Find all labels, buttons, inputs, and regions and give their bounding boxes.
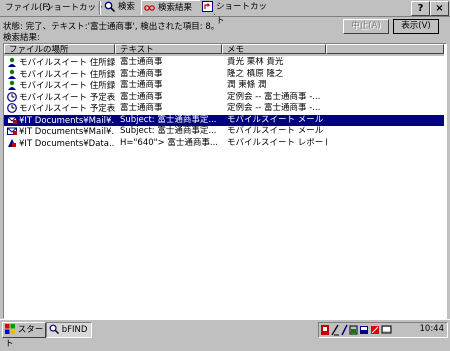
view-button[interactable]: 表示(V) — [393, 19, 439, 34]
help-button[interactable]: ? — [411, 1, 430, 16]
cell-text: 富士通商事 — [120, 57, 163, 67]
column-header-location[interactable]: ファイルの場所 — [4, 44, 115, 55]
cell-memo: モバイルスイート メール — [227, 114, 324, 125]
tray-user-icon[interactable] — [321, 325, 329, 335]
menu-file[interactable]: ファイル(F) — [5, 2, 51, 14]
mail-icon — [7, 127, 17, 135]
tray-keyboard-icon[interactable] — [341, 324, 348, 336]
list-row[interactable]: ¥IT Documents¥Mail¥... Subject: 富士通商事定...… — [4, 114, 444, 126]
tab-results-label: 検索結果 — [158, 3, 193, 13]
column-header-memo[interactable]: メモ — [222, 44, 326, 55]
cell-memo: 潤 東條 潤 — [227, 80, 267, 90]
cell-location: モバイルスイート 予定表 — [7, 103, 115, 114]
stop-button[interactable]: 中止(A) — [343, 19, 389, 34]
cell-location: モバイルスイート 予定表 — [7, 91, 115, 103]
cell-text: Subject: 富士通商事定... — [120, 114, 217, 125]
tray-mail-icon[interactable] — [360, 326, 368, 334]
cell-memo: モバイルスイート レポート — [227, 137, 327, 148]
cell-memo: 貴光 栗林 貴光 — [227, 57, 284, 67]
cell-location-text: ¥IT Documents¥Mail¥... — [19, 127, 115, 137]
column-header-text[interactable]: テキスト — [115, 44, 222, 55]
cell-text: Subject: 富士通商事定... — [120, 126, 217, 136]
schedule-icon — [7, 103, 17, 113]
bfind-app-icon — [49, 324, 60, 335]
glasses-icon — [144, 5, 155, 11]
cell-text: 富士通商事 — [120, 103, 163, 113]
list-row[interactable]: モバイルスイート 住所録 富士通商事 潤 東條 潤 — [4, 80, 444, 91]
cell-text: 富士通商事 — [120, 91, 163, 102]
cell-text: 富士通商事 — [120, 68, 163, 79]
cell-location: モバイルスイート 住所録 — [7, 57, 115, 68]
cell-location-text: ¥IT Documents¥Mail¥... — [19, 115, 115, 126]
cell-text: H="640"> 富士通商事... — [120, 137, 218, 148]
cell-memo: モバイルスイート メール — [227, 126, 324, 136]
cell-memo: 定例会 -- 富士通商事 -... — [227, 91, 321, 102]
results-list[interactable]: ファイルの場所 テキスト メモ モバイルスイート 住所録 富士通商事 貴光 栗林 貴… — [3, 43, 447, 319]
cell-location-text: モバイルスイート 住所録 — [19, 58, 115, 68]
taskbar-app-label: bFIND — [61, 325, 88, 335]
start-button[interactable]: スタート — [2, 322, 46, 349]
clock: 10:44 — [419, 324, 445, 334]
taskbar: スタート bFIND 10:44 — [0, 319, 450, 349]
menu-tab-bar: ファイル(F) ショートカット(S) 検索 検索結果 ショートカット ? × — [0, 0, 450, 26]
windows-logo-icon — [5, 324, 15, 334]
list-row[interactable]: モバイルスイート 住所録 富士通商事 隆之 槙原 隆之 — [4, 69, 444, 80]
cell-text: 富士通商事 — [120, 80, 163, 90]
tray-pen-icon[interactable] — [331, 324, 339, 336]
tab-shortcut-label: ショートカット — [216, 2, 268, 26]
cell-location: ¥IT Documents¥Mail¥... — [7, 115, 115, 126]
tray-icons — [321, 324, 392, 336]
list-row[interactable]: モバイルスイート 予定表 富士通商事 定例会 -- 富士通商事 -... — [4, 92, 444, 103]
report-icon — [8, 138, 16, 147]
cell-memo: 隆之 槙原 隆之 — [227, 68, 284, 79]
shortcut-icon — [202, 1, 213, 12]
cell-memo: 定例会 -- 富士通商事 -... — [227, 103, 321, 113]
close-button[interactable]: × — [430, 1, 449, 16]
cell-location: ¥IT Documents¥Data... — [7, 138, 115, 149]
mail-icon — [7, 116, 17, 124]
magnifier-icon — [104, 1, 115, 12]
schedule-icon — [7, 91, 17, 102]
cell-location-text: モバイルスイート 住所録 — [19, 81, 115, 91]
cell-location-text: モバイルスイート 予定表 — [19, 104, 115, 114]
tray-desktop-icon[interactable] — [381, 325, 392, 334]
list-row[interactable]: ¥IT Documents¥Mail¥... Subject: 富士通商事定...… — [4, 126, 444, 137]
list-row[interactable]: モバイルスイート 住所録 富士通商事 貴光 栗林 貴光 — [4, 57, 444, 68]
menu-separator — [99, 1, 101, 15]
tray-network-icon[interactable] — [371, 326, 379, 334]
tab-shortcut[interactable]: ショートカット — [200, 0, 271, 26]
contact-icon — [8, 69, 16, 79]
column-header-empty — [326, 44, 444, 54]
tab-search-label: 検索 — [118, 2, 136, 12]
contact-icon — [8, 80, 16, 90]
list-row[interactable]: ¥IT Documents¥Data... H="640"> 富士通商事... モバ… — [4, 138, 444, 149]
list-row[interactable]: モバイルスイート 予定表 富士通商事 定例会 -- 富士通商事 -... — [4, 103, 444, 114]
taskbar-app-bfind[interactable]: bFIND — [46, 322, 92, 338]
cell-location-text: ¥IT Documents¥Data... — [19, 138, 115, 149]
cell-location-text: モバイルスイート 予定表 — [19, 92, 115, 103]
cell-location: ¥IT Documents¥Mail¥... — [7, 126, 115, 137]
cell-location-text: モバイルスイート 住所録 — [19, 69, 115, 80]
system-tray: 10:44 — [318, 322, 448, 338]
cell-location: モバイルスイート 住所録 — [7, 80, 115, 91]
tray-power-icon[interactable] — [349, 325, 358, 335]
cell-location: モバイルスイート 住所録 — [7, 69, 115, 80]
contact-icon — [8, 57, 16, 67]
results-label: 検索結果: — [3, 33, 40, 43]
list-header: ファイルの場所 テキスト メモ — [4, 44, 444, 56]
